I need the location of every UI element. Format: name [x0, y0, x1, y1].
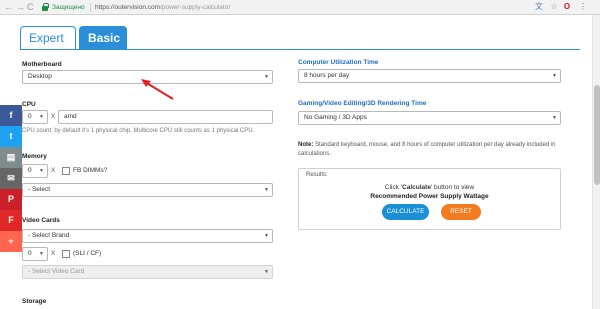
sli-cf-label: (SLI / CF)	[73, 250, 102, 257]
gaming-select[interactable]: No Gaming / 3D Apps ▼	[298, 111, 561, 125]
pinterest-icon[interactable]: P	[0, 189, 22, 210]
motherboard-label: Motherboard	[22, 61, 62, 68]
note-bold: Note:	[298, 142, 314, 148]
lock-icon	[42, 3, 49, 11]
more-share-icon[interactable]: +	[0, 231, 22, 252]
cpu-help-text: CPU count: by default it's 1 physical ch…	[22, 128, 255, 134]
chevron-down-icon: ▼	[552, 115, 557, 121]
utilization-select[interactable]: 8 hours per day ▼	[298, 69, 561, 83]
results-title: Results:	[306, 172, 328, 178]
cpu-quantity-select[interactable]: 0 ▼	[22, 110, 48, 124]
twitter-icon[interactable]: t	[0, 126, 22, 147]
bookmark-star-icon[interactable]: ☆	[549, 2, 559, 12]
memory-quantity-select[interactable]: 0 ▼	[22, 164, 48, 178]
motherboard-value: Desktop	[28, 73, 52, 80]
tab-divider	[20, 49, 580, 50]
chevron-down-icon: ▼	[264, 269, 269, 275]
video-brand-value: - Select Brand	[28, 232, 70, 239]
opera-extension-icon[interactable]: O	[562, 2, 572, 12]
utilization-value: 8 hours per day	[304, 72, 350, 79]
email-icon[interactable]: ✉	[0, 168, 22, 189]
reset-button[interactable]: RESET	[441, 204, 481, 220]
browser-toolbar: ← → C Защищено https://outervision.com/p…	[0, 0, 600, 15]
chevron-down-icon: ▼	[39, 251, 44, 257]
results-instruction-post: ' button to view	[430, 184, 475, 191]
video-quantity-select[interactable]: 0 ▼	[22, 247, 48, 261]
video-brand-select[interactable]: - Select Brand ▼	[22, 229, 273, 243]
results-wattage-label: Recommended Power Supply Wattage	[370, 193, 489, 200]
translate-icon[interactable]: 文	[534, 2, 544, 12]
cpu-search-input[interactable]: amd	[58, 110, 273, 124]
facebook-icon[interactable]: f	[0, 105, 22, 126]
cpu-label: CPU	[22, 101, 36, 108]
chevron-down-icon: ▼	[264, 187, 269, 193]
results-instruction-bold: Calculate	[402, 184, 431, 191]
cpu-quantity-value: 0	[28, 113, 32, 120]
cpu-multiply-sign: X	[51, 113, 56, 120]
storage-label: Storage	[22, 298, 47, 305]
address-separator	[90, 3, 91, 12]
memory-type-value: - Select	[28, 186, 51, 193]
note-text: Note: Standard keyboard, mouse, and 8 ho…	[298, 141, 558, 159]
sli-cf-checkbox[interactable]	[62, 250, 70, 258]
secure-label: Защищено	[52, 4, 85, 11]
results-instruction-pre: Click '	[384, 184, 403, 191]
memory-multiply-sign: X	[51, 167, 56, 174]
reload-icon[interactable]: C	[27, 2, 34, 12]
results-instruction: Click 'Calculate' button to view	[298, 184, 561, 191]
video-quantity-value: 0	[28, 250, 32, 257]
address-bar[interactable]: https://outervision.com/power-supply-cal…	[95, 3, 230, 12]
url-path: /power-supply-calculator	[160, 4, 231, 11]
memory-label: Memory	[22, 153, 47, 160]
note-body: Standard keyboard, mouse, and 8 hours of…	[298, 142, 556, 157]
gaming-label: Gaming/Video Editing/3D Rendering Time	[298, 100, 427, 107]
video-multiply-sign: X	[51, 250, 56, 257]
calculate-button[interactable]: CALCULATE	[382, 204, 429, 220]
memory-quantity-value: 0	[28, 167, 32, 174]
video-cards-label: Video Cards	[22, 217, 60, 224]
utilization-label: Computer Utilization Time	[298, 59, 379, 66]
fb-dimms-label: FB DIMMs?	[73, 167, 108, 174]
chevron-down-icon: ▼	[552, 73, 557, 79]
chevron-down-icon: ▼	[39, 114, 44, 120]
video-card-value: - Select Video Card	[28, 268, 85, 275]
flipboard-icon[interactable]: F	[0, 210, 22, 231]
video-card-select[interactable]: - Select Video Card ▼	[22, 265, 273, 279]
tab-basic[interactable]: Basic	[79, 26, 127, 50]
tab-expert[interactable]: Expert	[20, 26, 76, 50]
scrollbar-thumb[interactable]	[594, 85, 600, 185]
chevron-down-icon: ▼	[264, 233, 269, 239]
chevron-down-icon: ▼	[264, 74, 269, 80]
url-host: https://outervision.com	[95, 4, 161, 11]
page-scrollbar[interactable]	[592, 15, 600, 309]
browser-menu-icon[interactable]: ⋮	[578, 2, 588, 12]
fb-dimms-checkbox[interactable]	[62, 167, 70, 175]
gaming-value: No Gaming / 3D Apps	[304, 114, 367, 121]
red-arrow-annotation	[141, 79, 174, 100]
back-icon[interactable]: ←	[4, 2, 13, 12]
chevron-down-icon: ▼	[39, 168, 44, 174]
forward-icon[interactable]: →	[16, 2, 25, 12]
memory-type-select[interactable]: - Select ▼	[22, 183, 273, 197]
print-icon[interactable]: ▤	[0, 147, 22, 168]
